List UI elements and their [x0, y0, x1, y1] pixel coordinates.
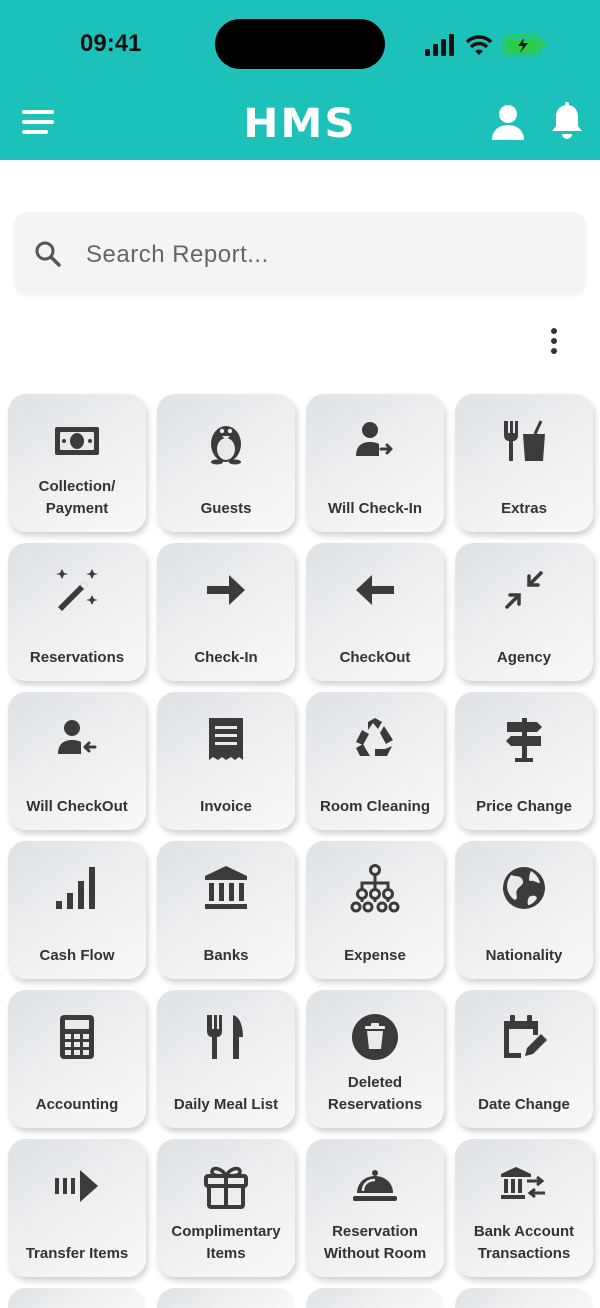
tile-transfer-items[interactable]: Transfer Items — [8, 1139, 146, 1277]
tile-label: Room Cleaning — [319, 798, 430, 815]
tile-will-checkout[interactable]: Will CheckOut — [8, 692, 146, 830]
tile-expense[interactable]: Expense — [306, 841, 444, 979]
tile-bank-account-transactions[interactable]: Bank Account Transactions — [455, 1139, 593, 1277]
tile-label: Guests — [200, 500, 252, 517]
tile-label: Date Change — [478, 1096, 570, 1113]
hamburger-icon — [22, 110, 54, 134]
tile-accounting[interactable]: Accounting — [8, 990, 146, 1128]
menu-button[interactable] — [20, 106, 58, 140]
bank-icon — [205, 866, 247, 909]
compress-arrows-icon — [505, 571, 543, 609]
tile-label: Cash Flow — [39, 947, 115, 964]
penguin-icon — [211, 426, 241, 465]
search-bar[interactable] — [14, 212, 586, 294]
tile-complimentary-items[interactable]: Complimentary Items — [157, 1139, 295, 1277]
tile-reservation-without-room[interactable]: Reservation Without Room — [306, 1139, 444, 1277]
globe-icon — [503, 867, 545, 909]
tile-deleted-reservations[interactable]: Deleted Reservations — [306, 990, 444, 1128]
calculator-icon — [60, 1015, 94, 1059]
tile-label: Expense — [344, 947, 406, 964]
tile-guests[interactable]: Guests — [157, 394, 295, 532]
user-arrow-left-icon — [58, 720, 97, 754]
tile-label: Extras — [501, 500, 547, 517]
calendar-edit-icon — [504, 1015, 547, 1058]
room-service-icon — [353, 1170, 397, 1201]
more-options-button[interactable] — [542, 325, 566, 357]
tile-invoice[interactable]: Invoice — [157, 692, 295, 830]
money-bill-icon — [55, 427, 99, 455]
status-icons — [424, 30, 549, 60]
bank-transfer-icon — [501, 1167, 545, 1199]
tile-label: Deleted Reservations — [327, 1074, 423, 1113]
tile-agency[interactable]: Agency — [455, 543, 593, 681]
tile-label: Nationality — [485, 947, 563, 964]
tile-label: Agency — [496, 649, 552, 666]
arrow-left-icon — [356, 575, 394, 605]
arrow-right-icon — [207, 575, 245, 605]
trash-circle-icon — [352, 1014, 398, 1060]
tile-label: Will CheckOut — [26, 798, 128, 815]
transfer-arrow-icon — [55, 1170, 98, 1202]
tile-checkout[interactable]: CheckOut — [306, 543, 444, 681]
tile-extras[interactable]: Extras — [455, 394, 593, 532]
tile-label: Collection/ Payment — [38, 478, 116, 517]
tile-label: Price Change — [476, 798, 572, 815]
sitemap-icon — [350, 864, 400, 913]
magic-wand-icon — [56, 569, 98, 611]
tile-label: CheckOut — [339, 649, 411, 666]
user-arrow-right-icon — [356, 422, 393, 456]
recycle-icon — [356, 718, 393, 756]
tile-partial[interactable] — [455, 1288, 593, 1308]
app-logo: HMS — [243, 101, 357, 147]
status-time: 09:41 — [80, 30, 142, 57]
tile-banks[interactable]: Banks — [157, 841, 295, 979]
gift-icon — [204, 1166, 248, 1209]
signal-bars-icon — [56, 867, 95, 909]
user-icon — [492, 105, 524, 140]
tile-reservations[interactable]: Reservations — [8, 543, 146, 681]
tile-partial[interactable] — [306, 1288, 444, 1308]
tile-room-cleaning[interactable]: Room Cleaning — [306, 692, 444, 830]
tile-label: Check-In — [194, 649, 258, 666]
tile-check-in[interactable]: Check-In — [157, 543, 295, 681]
tile-label: Invoice — [200, 798, 252, 815]
tile-label: Banks — [203, 947, 249, 964]
report-grid: Collection/ Payment Guests Will Check-In… — [8, 394, 598, 1308]
tile-partial[interactable] — [8, 1288, 146, 1308]
dynamic-island — [215, 19, 385, 69]
tile-label: Will Check-In — [327, 500, 423, 517]
fork-drink-icon — [504, 420, 545, 461]
tile-nationality[interactable]: Nationality — [455, 841, 593, 979]
tile-label: Complimentary Items — [171, 1223, 281, 1262]
notifications-button[interactable] — [548, 102, 586, 142]
cellular-signal-icon — [425, 34, 454, 56]
app-header: 09:41 HMS — [0, 0, 600, 160]
search-icon — [35, 241, 61, 267]
tile-partial[interactable] — [157, 1288, 295, 1308]
tile-label: Bank Account Transactions — [473, 1223, 575, 1262]
tile-label: Accounting — [35, 1096, 119, 1113]
utensils-icon — [207, 1015, 243, 1059]
profile-button[interactable] — [490, 104, 526, 142]
tile-label: Reservation Without Room — [323, 1223, 427, 1262]
tile-date-change[interactable]: Date Change — [455, 990, 593, 1128]
tile-label: Transfer Items — [25, 1245, 129, 1262]
bell-icon — [552, 102, 582, 139]
more-vertical-icon — [551, 328, 557, 354]
tile-label: Daily Meal List — [173, 1096, 279, 1113]
tile-cash-flow[interactable]: Cash Flow — [8, 841, 146, 979]
tile-daily-meal-list[interactable]: Daily Meal List — [157, 990, 295, 1128]
signpost-icon — [506, 718, 542, 762]
receipt-icon — [209, 718, 243, 760]
search-input[interactable] — [84, 232, 568, 278]
tile-price-change[interactable]: Price Change — [455, 692, 593, 830]
battery-charging-icon — [502, 34, 545, 56]
tile-label: Reservations — [29, 649, 125, 666]
wifi-icon — [465, 35, 493, 55]
tile-collection-payment[interactable]: Collection/ Payment — [8, 394, 146, 532]
tile-will-check-in[interactable]: Will Check-In — [306, 394, 444, 532]
